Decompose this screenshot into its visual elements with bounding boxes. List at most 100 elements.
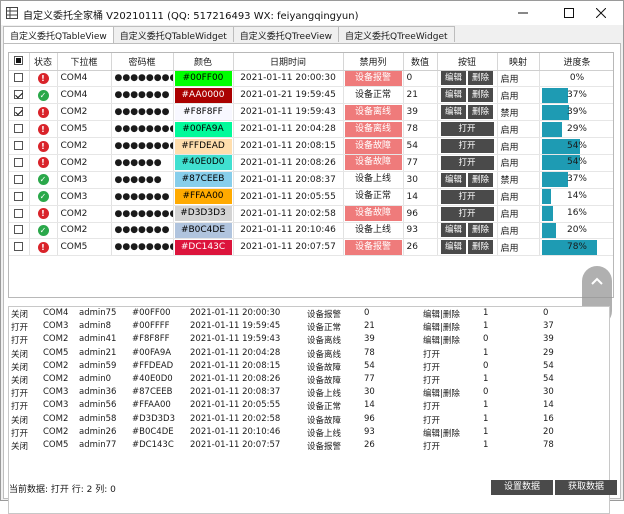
datetime-cell[interactable]: 2021-01-11 19:59:43 [233, 103, 344, 122]
tab-qtablewidget[interactable]: 自定义委托QTableWidget [112, 26, 234, 42]
set-data-button[interactable]: 设置数据 [491, 480, 553, 495]
mapping-cell[interactable]: 启用 [497, 238, 540, 257]
mapping-cell[interactable]: 启用 [497, 70, 540, 88]
password-cell[interactable]: ●●●●●● [111, 154, 174, 172]
list-item[interactable]: 关闭 COM2 admin59 #FFDEAD 2021-01-11 20:08:15 设… [9, 360, 609, 373]
table-row[interactable]: ! COM4 ●●●●●●●● #00FF00 2021-01-11 20:00:30 设… [9, 70, 613, 88]
datetime-cell[interactable]: 2021-01-11 20:08:37 [233, 171, 344, 189]
column-header[interactable]: 日期时间 [233, 53, 344, 71]
edit-button[interactable]: 编辑 [440, 172, 466, 187]
password-cell[interactable]: ●●●●●●●● [111, 120, 174, 139]
datetime-cell[interactable]: 2021-01-11 20:10:46 [233, 222, 344, 240]
datetime-cell[interactable]: 2021-01-11 20:02:58 [233, 205, 344, 223]
color-cell[interactable]: #40E0D0 [173, 154, 234, 172]
datetime-cell[interactable]: 2021-01-21 19:59:45 [233, 86, 344, 105]
row-checkbox[interactable] [9, 205, 30, 223]
list-item[interactable]: 打开 COM3 admin56 #FFAA00 2021-01-11 20:05:55 设… [9, 399, 609, 412]
column-header[interactable]: 禁用列 [343, 53, 404, 71]
value-cell[interactable]: 77 [403, 154, 438, 172]
mapping-cell[interactable]: 启用 [497, 188, 540, 206]
mapping-cell[interactable]: 启用 [497, 120, 540, 139]
edit-button[interactable]: 编辑 [440, 223, 466, 238]
open-button[interactable]: 打开 [440, 155, 494, 170]
mapping-cell[interactable]: 禁用 [497, 103, 540, 122]
row-checkbox[interactable] [9, 137, 30, 155]
select-all-checkbox[interactable] [9, 53, 30, 71]
open-button[interactable]: 打开 [440, 189, 494, 204]
get-data-button[interactable]: 获取数据 [555, 480, 617, 495]
open-button[interactable]: 打开 [440, 139, 494, 153]
open-button[interactable]: 打开 [440, 206, 494, 221]
value-cell[interactable]: 54 [403, 137, 438, 155]
port-combo-cell[interactable]: COM3 [57, 188, 112, 206]
port-combo-cell[interactable]: COM2 [57, 103, 112, 122]
row-checkbox[interactable] [9, 86, 30, 105]
color-cell[interactable]: #AA0000 [173, 86, 234, 105]
password-cell[interactable]: ●●●●●●●● [111, 137, 174, 155]
table-row[interactable]: ! COM2 ●●●●●●●● #FFDEAD 2021-01-11 20:08:15 设… [9, 137, 613, 155]
color-cell[interactable]: #FFDEAD [173, 137, 234, 155]
value-cell[interactable]: 93 [403, 222, 438, 240]
row-checkbox[interactable] [9, 154, 30, 172]
port-combo-cell[interactable]: COM3 [57, 171, 112, 189]
datetime-cell[interactable]: 2021-01-11 20:04:28 [233, 120, 344, 139]
color-cell[interactable]: #00FF00 [173, 70, 234, 88]
port-combo-cell[interactable]: COM2 [57, 137, 112, 155]
port-combo-cell[interactable]: COM2 [57, 222, 112, 240]
delete-button[interactable]: 删除 [468, 71, 494, 86]
table-row[interactable]: ✓ COM4 ●●●●●●● #AA0000 2021-01-21 19:59:45 设备… [9, 86, 613, 105]
datetime-cell[interactable]: 2021-01-11 20:08:15 [233, 137, 344, 155]
port-combo-cell[interactable]: COM2 [57, 205, 112, 223]
password-cell[interactable]: ●●●●●● [111, 171, 174, 189]
mapping-cell[interactable]: 启用 [497, 222, 540, 240]
list-item[interactable]: 关闭 COM4 admin75 #00FF00 2021-01-11 20:00:30 设… [9, 307, 609, 320]
password-cell[interactable]: ●●●●●●● [111, 103, 174, 122]
value-cell[interactable]: 96 [403, 205, 438, 223]
edit-button[interactable]: 编辑 [440, 240, 466, 255]
column-header[interactable]: 映射 [497, 53, 540, 71]
port-combo-cell[interactable]: COM5 [57, 120, 112, 139]
list-item[interactable]: 打开 COM2 admin41 #F8F8FF 2021-01-11 19:59:43 设… [9, 333, 609, 346]
row-checkbox[interactable] [9, 171, 30, 189]
table-row[interactable]: ✓ COM3 ●●●●●●● #FFAA00 2021-01-11 20:05:55 设备… [9, 188, 613, 206]
list-item[interactable]: 关闭 COM2 admin58 #D3D3D3 2021-01-11 20:02:58 设… [9, 413, 609, 426]
minimize-button[interactable] [503, 1, 543, 25]
delete-button[interactable]: 删除 [468, 240, 494, 255]
port-combo-cell[interactable]: COM4 [57, 86, 112, 105]
table-row[interactable]: ! COM5 ●●●●●●●● #00FA9A 2021-01-11 20:04:28 设… [9, 120, 613, 139]
password-cell[interactable]: ●●●●●●● [111, 222, 174, 240]
mapping-cell[interactable]: 启用 [497, 154, 540, 172]
datetime-cell[interactable]: 2021-01-11 20:00:30 [233, 70, 344, 88]
value-cell[interactable]: 30 [403, 171, 438, 189]
mapping-cell[interactable]: 启用 [497, 86, 540, 105]
port-combo-cell[interactable]: COM2 [57, 154, 112, 172]
mapping-cell[interactable]: 禁用 [497, 171, 540, 189]
tab-qtableview[interactable]: 自定义委托QTableView [3, 26, 114, 44]
color-cell[interactable]: #D3D3D3 [173, 205, 234, 223]
table-row[interactable]: ✓ COM3 ●●●●●● #87CEEB 2021-01-11 20:08:37 设备上… [9, 171, 613, 189]
list-item[interactable]: 打开 COM2 admin26 #B0C4DE 2021-01-11 20:10:46 设… [9, 426, 609, 439]
list-item[interactable]: 关闭 COM5 admin21 #00FA9A 2021-01-11 20:04:28 设… [9, 347, 609, 360]
tab-qtreewidget[interactable]: 自定义委托QTreeWidget [337, 26, 455, 42]
password-cell[interactable]: ●●●●●●●● [111, 205, 174, 223]
value-cell[interactable]: 21 [403, 86, 438, 105]
row-checkbox[interactable] [9, 103, 30, 122]
row-checkbox[interactable] [9, 188, 30, 206]
delete-button[interactable]: 删除 [468, 105, 494, 120]
row-checkbox[interactable] [9, 120, 30, 139]
datetime-cell[interactable]: 2021-01-11 20:07:57 [233, 238, 344, 257]
value-cell[interactable]: 78 [403, 120, 438, 139]
title-bar[interactable]: 自定义委托全家桶 V20210111 (QQ: 517216493 WX: fe… [1, 1, 623, 25]
color-cell[interactable]: #F8F8FF [173, 103, 234, 122]
table-row[interactable]: ! COM2 ●●●●●●● #F8F8FF 2021-01-11 19:59:43 设备… [9, 103, 613, 122]
value-cell[interactable]: 14 [403, 188, 438, 206]
scroll-up-icon[interactable] [582, 266, 612, 296]
port-combo-cell[interactable]: COM5 [57, 238, 112, 257]
color-cell[interactable]: #87CEEB [173, 171, 234, 189]
mapping-cell[interactable]: 启用 [497, 137, 540, 155]
table-row[interactable]: ✓ COM2 ●●●●●●● #B0C4DE 2021-01-11 20:10:46 设备… [9, 222, 613, 240]
table-row[interactable]: ! COM5 ●●●●●●●● #DC143C 2021-01-11 20:07:57 设… [9, 238, 613, 257]
datetime-cell[interactable]: 2021-01-11 20:08:26 [233, 154, 344, 172]
list-item[interactable]: 打开 COM3 admin8 #00FFFF 2021-01-11 19:59:45 设备… [9, 320, 609, 333]
tab-qtreeview[interactable]: 自定义委托QTreeView [232, 26, 339, 42]
